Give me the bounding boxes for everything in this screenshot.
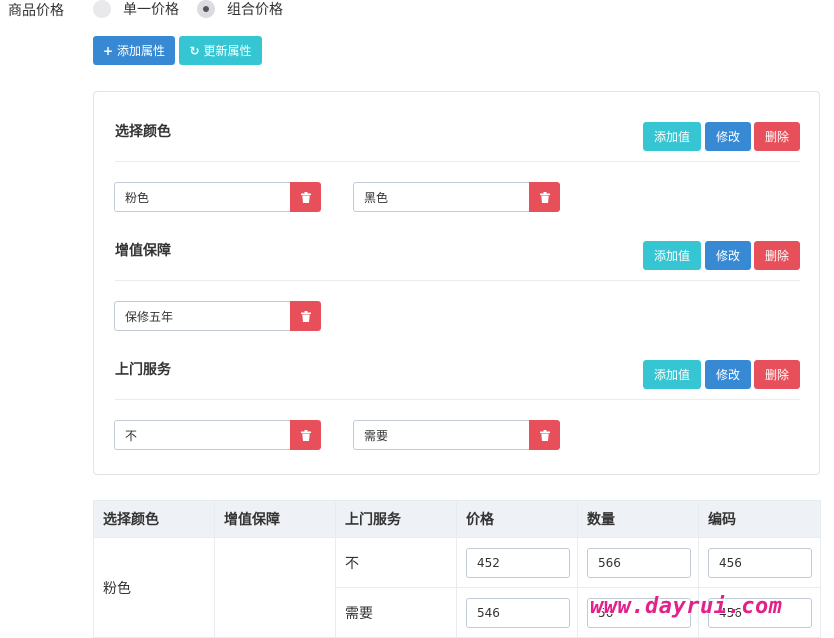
code-cell: [698, 537, 821, 588]
trash-icon: [300, 310, 311, 322]
price-type-label: 商品价格: [8, 3, 64, 19]
trash-icon: [539, 191, 550, 203]
price-cell: [456, 587, 578, 638]
attr-title-service: 上门服务: [115, 362, 171, 378]
code-input[interactable]: [708, 547, 812, 578]
update-attribute-label: 更新属性: [203, 44, 252, 58]
trash-icon: [539, 429, 550, 441]
attr-value-input[interactable]: [114, 301, 292, 331]
add-value-button[interactable]: 添加值: [643, 241, 701, 270]
price-input[interactable]: [466, 597, 570, 628]
price-input[interactable]: [466, 547, 570, 578]
add-value-button[interactable]: 添加值: [643, 360, 701, 389]
delete-attribute-button[interactable]: 删除: [754, 360, 800, 389]
divider: [115, 399, 800, 400]
radio-checked-icon[interactable]: [197, 0, 215, 18]
radio-combo-price[interactable]: 组合价格: [197, 0, 283, 18]
attributes-panel: 选择颜色 添加值 修改 删除 增值保障 添加值 修改 删除 上门服务 添加值 修…: [93, 91, 820, 475]
service-cell: 需要: [335, 587, 457, 638]
attr-value-input[interactable]: [353, 420, 531, 450]
plus-icon: +: [102, 43, 114, 58]
color-cell: 粉色: [93, 537, 215, 638]
radio-circle-icon[interactable]: [93, 0, 111, 18]
add-attribute-label: 添加属性: [117, 44, 166, 58]
column-header: 上门服务: [335, 500, 457, 538]
divider: [115, 161, 800, 162]
table-row: 粉色 不: [93, 537, 821, 638]
column-header: 数量: [577, 500, 699, 538]
radio-single-price[interactable]: 单一价格: [93, 0, 179, 18]
delete-value-button[interactable]: [529, 182, 560, 212]
edit-attribute-button[interactable]: 修改: [705, 241, 751, 270]
column-header: 价格: [456, 500, 578, 538]
delete-value-button[interactable]: [529, 420, 560, 450]
price-cell: [456, 537, 578, 588]
attr-value-input[interactable]: [114, 420, 292, 450]
warranty-cell: [214, 537, 336, 638]
watermark: www.dayrui.com: [590, 594, 783, 619]
add-value-button[interactable]: 添加值: [643, 122, 701, 151]
table-header-row: 选择颜色 增值保障 上门服务 价格 数量 编码: [93, 500, 821, 538]
refresh-icon: ↻: [189, 43, 200, 58]
update-attribute-button[interactable]: ↻ 更新属性: [179, 36, 262, 65]
trash-icon: [300, 191, 311, 203]
edit-attribute-button[interactable]: 修改: [705, 122, 751, 151]
divider: [115, 280, 800, 281]
qty-cell: [577, 537, 699, 588]
delete-value-button[interactable]: [290, 301, 321, 331]
attr-title-color: 选择颜色: [115, 124, 171, 140]
column-header: 编码: [698, 500, 821, 538]
quantity-input[interactable]: [587, 547, 691, 578]
attr-value-input[interactable]: [353, 182, 531, 212]
radio-combo-price-label: 组合价格: [227, 2, 283, 18]
trash-icon: [300, 429, 311, 441]
column-header: 选择颜色: [93, 500, 215, 538]
edit-attribute-button[interactable]: 修改: [705, 360, 751, 389]
service-cell: 不: [335, 537, 457, 588]
attr-value-input[interactable]: [114, 182, 292, 212]
radio-single-price-label: 单一价格: [123, 2, 179, 18]
delete-attribute-button[interactable]: 删除: [754, 241, 800, 270]
add-attribute-button[interactable]: + 添加属性: [93, 36, 175, 65]
delete-value-button[interactable]: [290, 182, 321, 212]
delete-value-button[interactable]: [290, 420, 321, 450]
delete-attribute-button[interactable]: 删除: [754, 122, 800, 151]
column-header: 增值保障: [214, 500, 336, 538]
attr-title-warranty: 增值保障: [115, 243, 171, 259]
